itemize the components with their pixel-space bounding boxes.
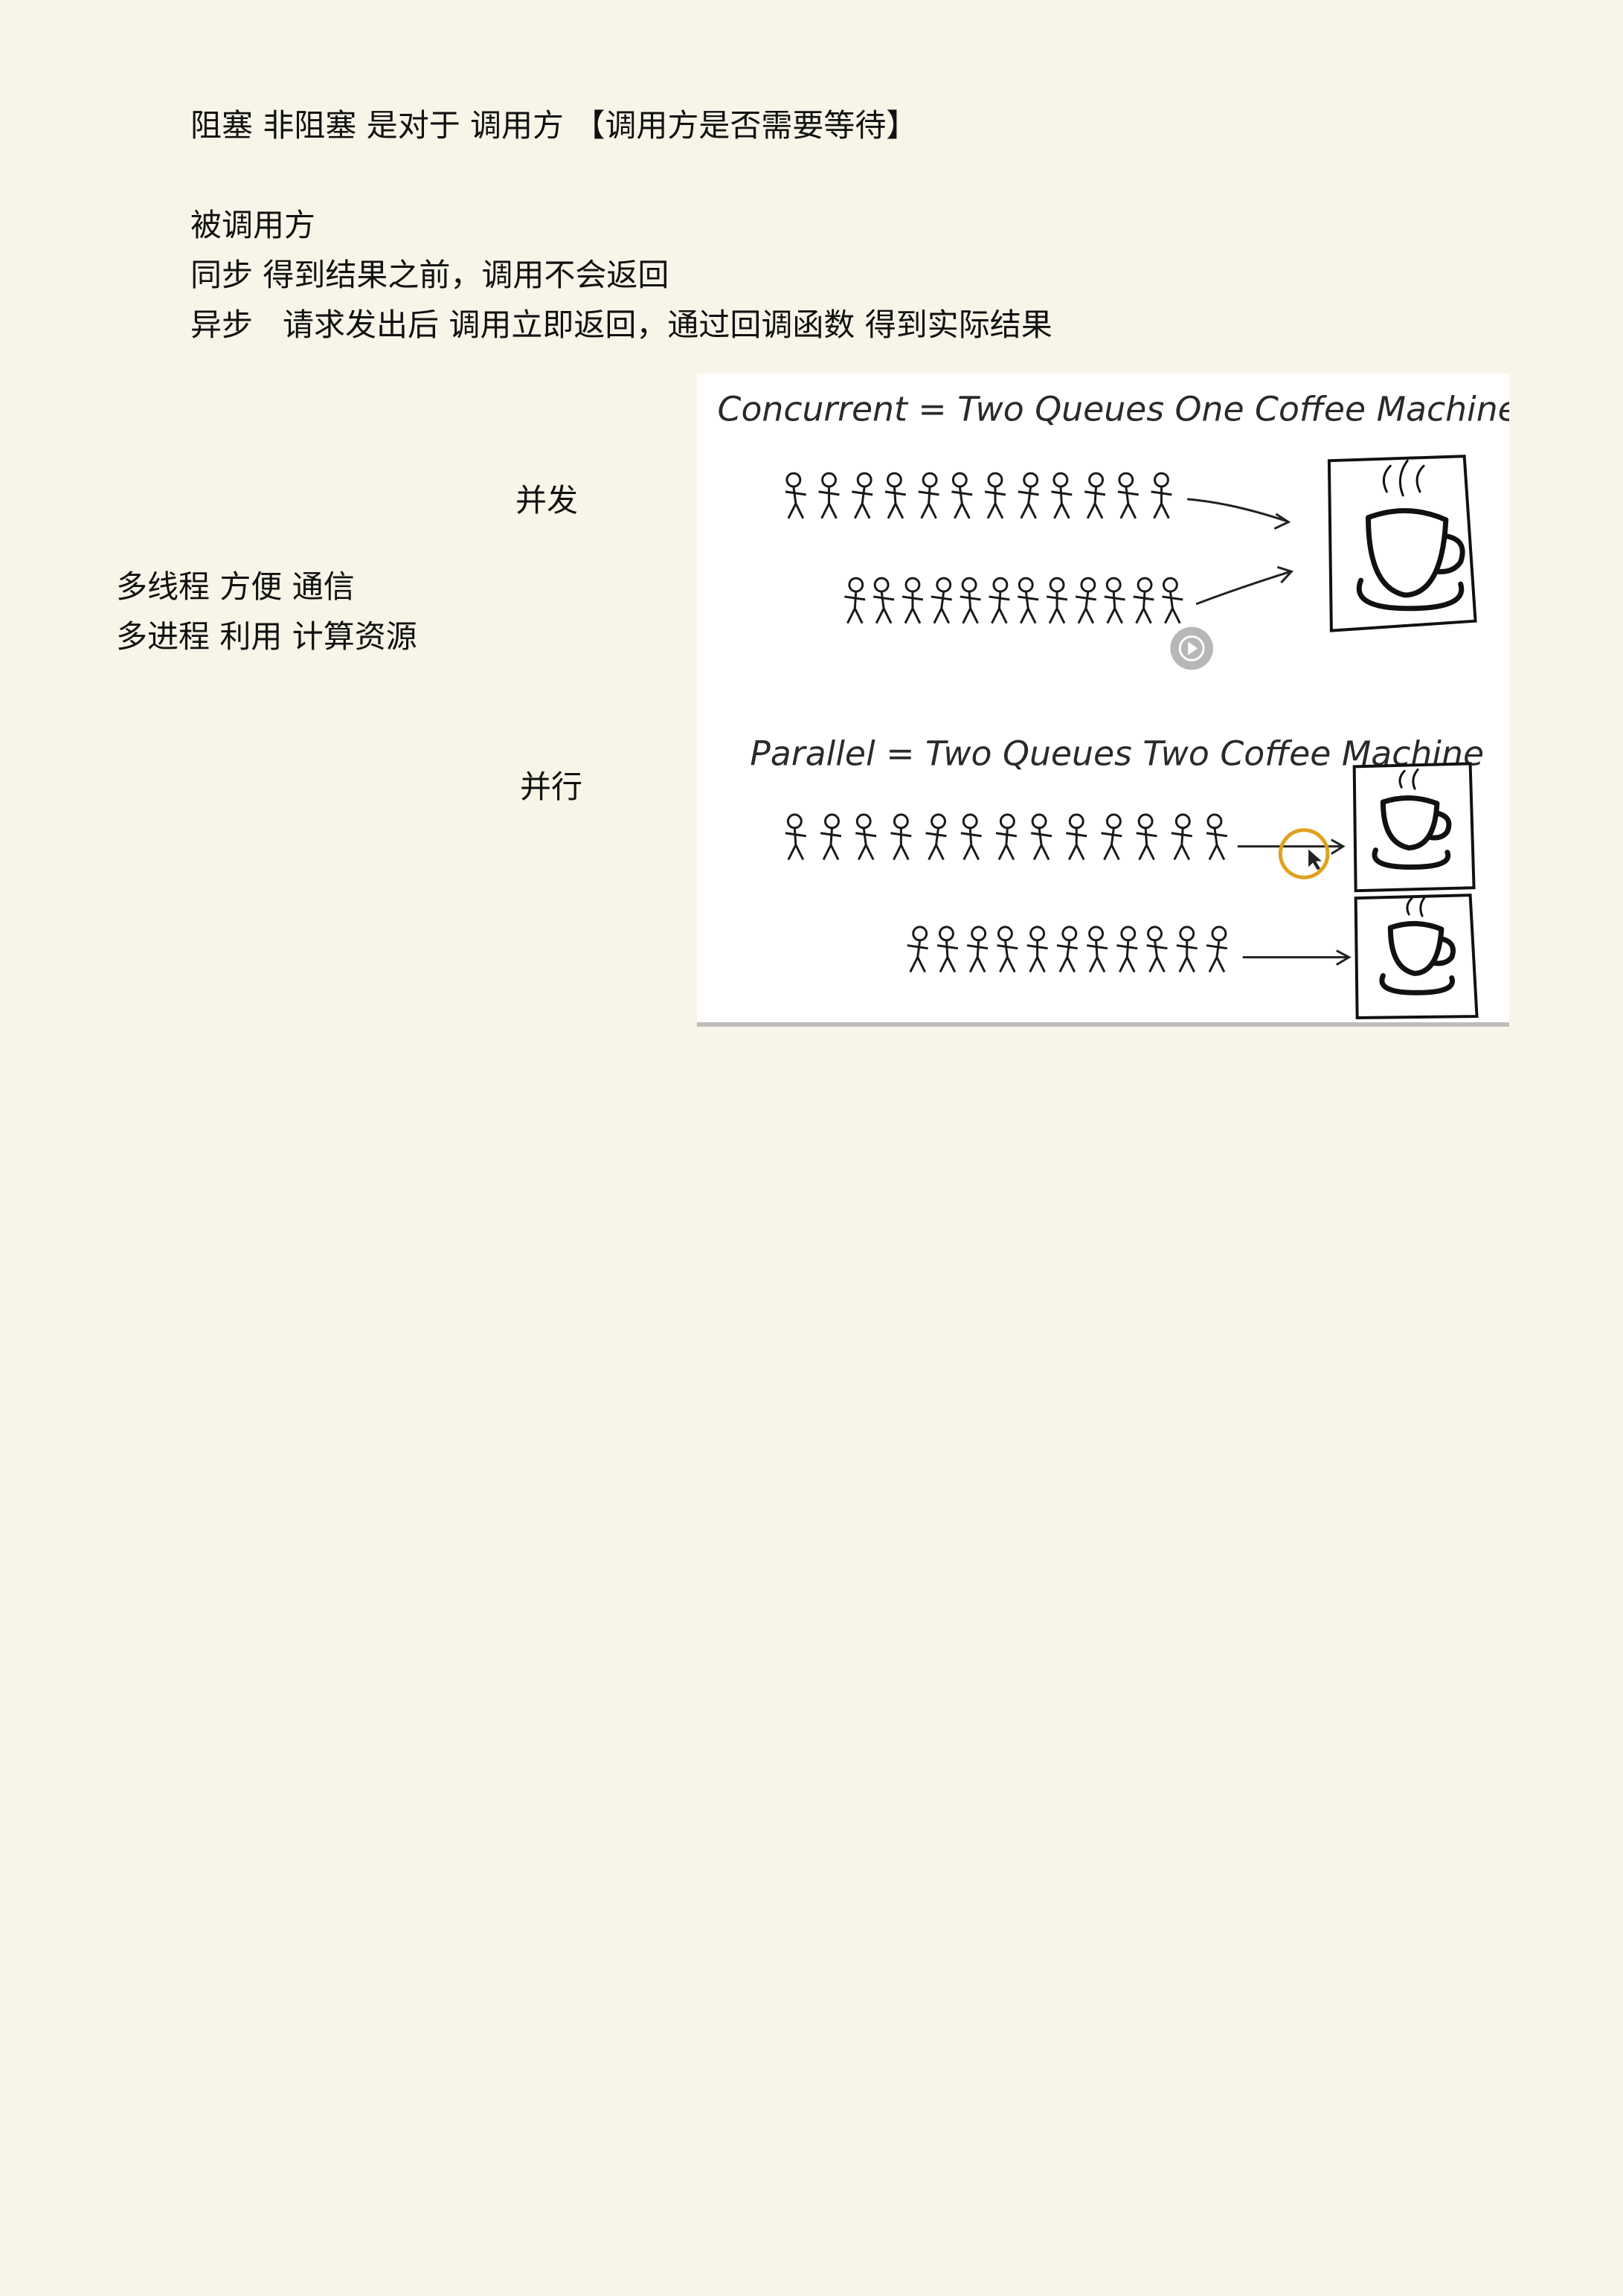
stick-figure-icon (925, 813, 947, 861)
stick-figure-icon (931, 577, 952, 624)
stick-figure-icon (1133, 577, 1154, 624)
stick-figure-icon (1030, 813, 1052, 861)
stick-figure-icon (785, 472, 806, 519)
stick-figure-icon (1176, 926, 1198, 973)
stick-figure-icon (1018, 577, 1039, 624)
stick-figure-icon (1136, 813, 1157, 861)
stick-figure-icon (1086, 926, 1108, 973)
stick-figure-icon (1151, 472, 1172, 519)
coffee-cup-icon (1372, 768, 1452, 870)
stick-figure-icon (1018, 472, 1039, 519)
sync-definition: 同步 得到结果之前，调用不会返回 (190, 257, 669, 293)
stick-figure-icon (852, 472, 873, 519)
stick-figure-icon (1075, 577, 1097, 624)
stick-figure-icon (844, 577, 866, 624)
illustration-canvas: Concurrent = Two Queues One Coffee Machi… (718, 390, 1509, 1020)
stick-figure-icon (907, 926, 928, 973)
stick-figure-icon (855, 813, 877, 861)
stick-figure-icon (1046, 577, 1068, 624)
stick-figure-icon (818, 472, 840, 519)
stick-figure-icon (1056, 926, 1078, 973)
multithread-note: 多线程 方便 通信 (116, 568, 355, 605)
concurrent-title: Concurrent = Two Queues One Coffee Machi… (718, 390, 1509, 429)
stick-figure-icon (995, 813, 1018, 861)
stick-figure-icon (1146, 926, 1168, 973)
stick-figure-icon (1101, 813, 1122, 861)
stick-figure-icon (989, 577, 1010, 624)
stick-figure-icon (951, 472, 973, 519)
coffee-cup-icon (1379, 895, 1456, 995)
stick-figure-icon (884, 472, 907, 519)
arrow-2 (1195, 570, 1291, 606)
stick-figure-icon (1162, 577, 1183, 624)
stick-figure-icon (1117, 472, 1139, 519)
blocking-definition: 阻塞 非阻塞 是对于 调用方 【调用方是否需要等待】 (190, 107, 918, 144)
multiprocess-note: 多进程 利用 计算资源 (116, 618, 417, 655)
coffee-machine-3 (1354, 894, 1479, 1020)
stick-figure-icon (1206, 926, 1228, 973)
arrow-1 (1187, 498, 1288, 523)
stick-figure-icon (820, 813, 842, 861)
arrow-1-head (1273, 513, 1291, 530)
stick-figure-icon (960, 577, 981, 624)
stick-figure-icon (890, 813, 912, 861)
concurrency-illustration: Concurrent = Two Queues One Coffee Machi… (697, 373, 1509, 1027)
stick-figure-icon (997, 926, 1018, 973)
stick-figure-icon (1051, 472, 1073, 519)
stick-figure-icon (918, 472, 939, 519)
stick-figure-icon (902, 577, 924, 624)
callee-heading: 被调用方 (190, 207, 316, 243)
concurrent-label: 并发 (515, 482, 579, 519)
stick-figure-icon (1171, 813, 1192, 861)
parallel-label: 并行 (520, 769, 583, 805)
stick-figure-icon (936, 926, 959, 973)
stick-figure-icon (967, 926, 989, 973)
stick-figure-icon (1206, 813, 1228, 861)
stick-figure-icon (1116, 926, 1138, 973)
coffee-cup-icon (1356, 459, 1465, 612)
stick-figure-icon (960, 813, 982, 861)
play-icon[interactable] (1170, 626, 1213, 670)
stick-figure-icon (1104, 577, 1125, 624)
cursor-icon (1308, 849, 1322, 870)
stick-figure-icon (873, 577, 895, 624)
async-definition: 异步 请求发出后 调用立即返回，通过回调函数 得到实际结果 (190, 307, 1052, 343)
stick-figure-icon (1084, 472, 1106, 519)
cursor-highlight (1278, 828, 1330, 879)
coffee-machine-1 (1327, 455, 1477, 632)
stick-figure-icon (1026, 926, 1048, 973)
coffee-cups (1356, 459, 1465, 995)
stick-figure-icon (1066, 813, 1087, 861)
arrows (1187, 498, 1352, 966)
stick-figure-icon (984, 472, 1006, 519)
stick-figure-icon (785, 813, 806, 861)
people-queues (785, 472, 1228, 973)
